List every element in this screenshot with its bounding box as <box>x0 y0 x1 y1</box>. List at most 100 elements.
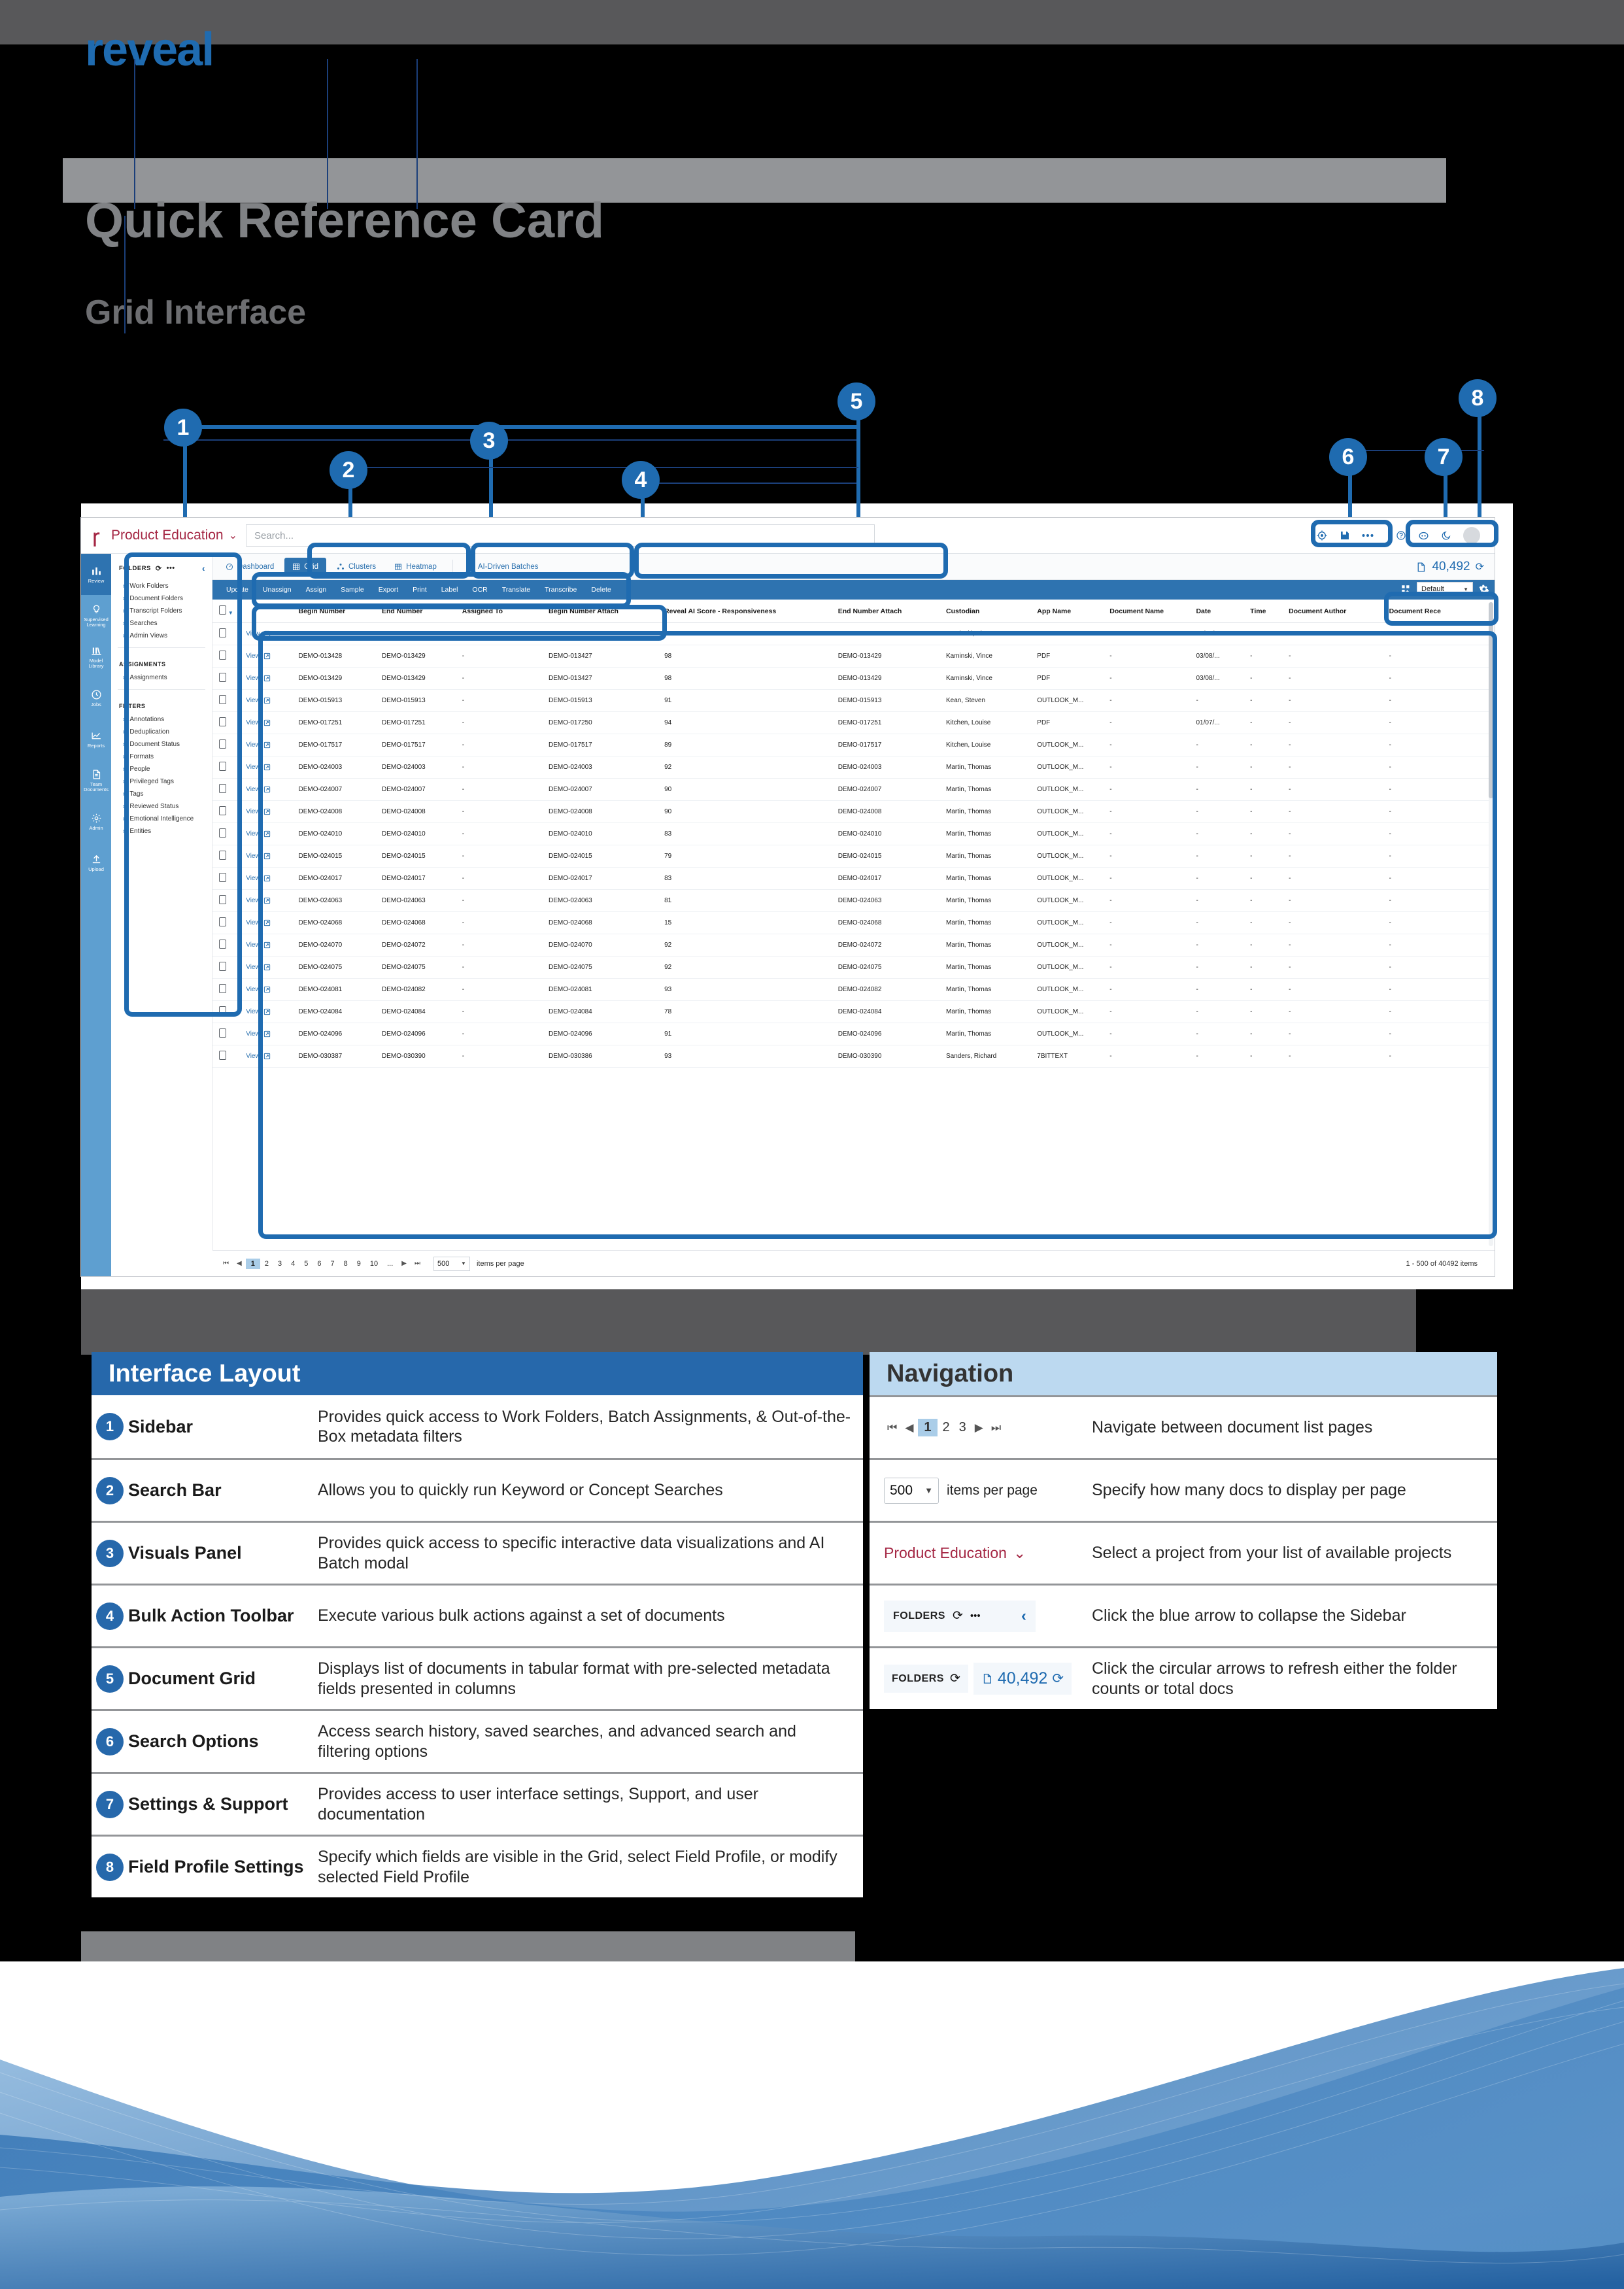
open-external-icon[interactable] <box>263 1053 271 1060</box>
open-external-icon[interactable] <box>263 764 271 771</box>
sidebar-item-transcript-folders[interactable]: › Transcript Folders <box>111 605 212 617</box>
table-row[interactable]: View DEMO-015913 DEMO-015913- DEMO-015913 91… <box>212 689 1495 712</box>
bulk-export-button[interactable]: Export <box>371 586 405 594</box>
col-header[interactable]: End Number Attach <box>835 600 943 623</box>
sidebar-item-document-folders[interactable]: › Document Folders <box>111 592 212 605</box>
checkbox-icon[interactable] <box>219 895 226 904</box>
row-checkbox-cell[interactable] <box>212 689 244 712</box>
open-external-icon[interactable] <box>263 830 271 838</box>
save-icon[interactable] <box>1340 530 1350 541</box>
page-button-5[interactable]: 5 <box>299 1260 313 1268</box>
checkbox-icon[interactable] <box>219 851 226 860</box>
view-document-cell[interactable]: View <box>243 622 296 645</box>
table-row[interactable]: View DEMO-017251 DEMO-017251- DEMO-017250 94… <box>212 711 1495 734</box>
view-link[interactable]: View <box>246 853 260 860</box>
open-external-icon[interactable] <box>263 741 271 749</box>
search-input[interactable]: Search... <box>246 524 875 547</box>
view-link[interactable]: View <box>246 630 260 637</box>
sidebar-item-entities[interactable]: › Entities <box>111 825 212 838</box>
more-options-icon[interactable]: ••• <box>167 564 175 572</box>
collapse-sidebar-icon[interactable]: ‹ <box>1021 1607 1026 1625</box>
view-document-cell[interactable]: View <box>243 667 296 690</box>
checkbox-icon[interactable] <box>219 605 226 615</box>
mini-page-1[interactable]: 1 <box>918 1419 938 1436</box>
help-icon[interactable] <box>1396 530 1406 541</box>
dark-mode-moon-icon[interactable] <box>1441 530 1451 541</box>
row-checkbox-cell[interactable] <box>212 956 244 979</box>
view-link[interactable]: View <box>246 897 260 904</box>
target-icon[interactable] <box>1316 530 1328 541</box>
rail-item-reports[interactable]: Reports <box>81 719 111 760</box>
view-link[interactable]: View <box>246 808 260 815</box>
open-external-icon[interactable] <box>263 853 271 860</box>
open-external-icon[interactable] <box>263 919 271 926</box>
field-profile-gear-icon[interactable] <box>1479 584 1489 594</box>
open-external-icon[interactable] <box>263 697 271 704</box>
checkbox-icon[interactable] <box>219 1051 226 1060</box>
col-header[interactable]: App Name <box>1034 600 1108 623</box>
table-row[interactable]: View DEMO-024084 DEMO-024084- DEMO-024084 78… <box>212 1000 1495 1023</box>
view-link[interactable]: View <box>246 1053 260 1060</box>
add-field-profile-icon[interactable] <box>1401 585 1411 594</box>
row-checkbox-cell[interactable] <box>212 645 244 668</box>
view-document-cell[interactable]: View <box>243 867 296 890</box>
page-button-6[interactable]: 6 <box>313 1260 326 1268</box>
sidebar-item-formats[interactable]: › Formats <box>111 751 212 763</box>
page-button-8[interactable]: 8 <box>339 1260 352 1268</box>
mini-page-2[interactable]: 2 <box>939 1420 954 1435</box>
row-checkbox-cell[interactable] <box>212 822 244 845</box>
page-button-10[interactable]: 10 <box>365 1260 382 1268</box>
view-document-cell[interactable]: View <box>243 934 296 957</box>
more-options-icon[interactable]: ••• <box>970 1610 981 1621</box>
rail-item-model-library[interactable]: Model Library <box>81 636 111 677</box>
view-link[interactable]: View <box>246 697 260 704</box>
checkbox-icon[interactable] <box>219 940 226 949</box>
table-row[interactable]: View DEMO-024017 DEMO-024017- DEMO-024017 83… <box>212 867 1495 890</box>
open-external-icon[interactable] <box>263 897 271 904</box>
row-checkbox-cell[interactable] <box>212 889 244 912</box>
avatar[interactable] <box>1463 527 1480 544</box>
view-document-cell[interactable]: View <box>243 911 296 934</box>
table-row[interactable]: View DEMO-024008 DEMO-024008- DEMO-024008 90… <box>212 800 1495 823</box>
view-link[interactable]: View <box>246 764 260 771</box>
tab-heatmap[interactable]: Heatmap <box>386 558 445 576</box>
next-page-button[interactable]: ▶ <box>398 1260 411 1267</box>
bulk-translate-button[interactable]: Translate <box>495 586 537 594</box>
rail-item-jobs[interactable]: Jobs <box>81 677 111 719</box>
table-row[interactable]: View DEMO-024081 DEMO-024082- DEMO-024081 93… <box>212 978 1495 1001</box>
bulk-unassign-button[interactable]: Unassign <box>256 586 299 594</box>
view-link[interactable]: View <box>246 719 260 726</box>
checkbox-icon[interactable] <box>219 962 226 971</box>
more-options-icon[interactable] <box>1362 534 1374 537</box>
sidebar-item-tags[interactable]: › Tags <box>111 788 212 800</box>
col-header[interactable]: Custodian <box>943 600 1035 623</box>
checkbox-icon[interactable] <box>219 873 226 882</box>
support-face-icon[interactable] <box>1418 530 1429 541</box>
mini-page-3[interactable]: 3 <box>955 1420 970 1435</box>
row-checkbox-cell[interactable] <box>212 756 244 779</box>
table-row[interactable]: View DEMO-024068 DEMO-024068- DEMO-024068 15… <box>212 911 1495 934</box>
checkbox-icon[interactable] <box>219 717 226 726</box>
last-page-button[interactable]: ⏭ <box>411 1260 424 1267</box>
view-link[interactable]: View <box>246 1008 260 1015</box>
view-document-cell[interactable]: View <box>243 978 296 1001</box>
first-page-button[interactable]: ⏮ <box>219 1260 233 1267</box>
table-row[interactable]: View DEMO-024015 DEMO-024015- DEMO-024015 79… <box>212 845 1495 868</box>
view-document-cell[interactable]: View <box>243 734 296 756</box>
view-document-cell[interactable]: View <box>243 1000 296 1023</box>
row-checkbox-cell[interactable] <box>212 934 244 957</box>
open-external-icon[interactable] <box>263 964 271 971</box>
view-document-cell[interactable]: View <box>243 800 296 823</box>
collapse-sidebar-icon[interactable]: ‹ <box>202 563 205 573</box>
open-external-icon[interactable] <box>263 630 271 637</box>
view-document-cell[interactable]: View <box>243 778 296 801</box>
refresh-icon[interactable]: ⟳ <box>1476 560 1484 573</box>
chevron-down-icon[interactable]: ⌄ <box>229 529 237 542</box>
col-header[interactable]: Begin Number <box>296 600 379 623</box>
col-header[interactable]: Assigned To <box>459 600 546 623</box>
row-checkbox-cell[interactable] <box>212 911 244 934</box>
view-document-cell[interactable]: View <box>243 889 296 912</box>
last-page-icon[interactable]: ⏭ <box>988 1421 1004 1434</box>
open-external-icon[interactable] <box>263 986 271 993</box>
table-row[interactable]: View DEMO-013429 DEMO-013429- DEMO-013427 98… <box>212 667 1495 690</box>
